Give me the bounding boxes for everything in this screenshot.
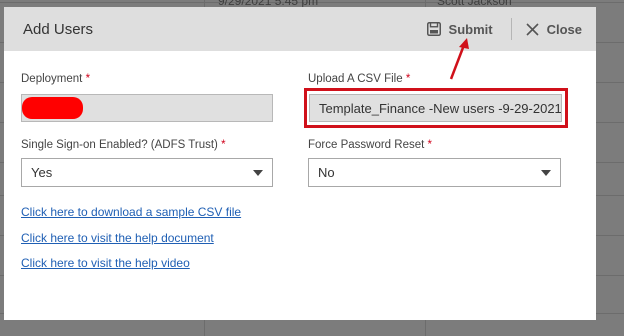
force-reset-selected-value: No	[318, 165, 335, 180]
close-button[interactable]: Close	[526, 22, 582, 37]
required-marker: *	[427, 139, 433, 151]
submit-label: Submit	[448, 21, 493, 37]
save-icon	[426, 22, 441, 36]
close-label: Close	[546, 21, 582, 37]
submit-button[interactable]: Submit	[426, 21, 493, 37]
highlight-box	[304, 88, 568, 128]
sso-select[interactable]: Yes	[21, 158, 273, 187]
help-video-link[interactable]: Click here to visit the help video	[21, 256, 190, 270]
annotation-arrow	[449, 38, 469, 80]
close-icon	[526, 22, 539, 36]
dialog-title: Add Users	[23, 20, 94, 38]
sso-selected-value: Yes	[31, 165, 53, 180]
deployment-label: Deployment *	[21, 73, 91, 85]
download-sample-csv-link[interactable]: Click here to download a sample CSV file	[21, 205, 241, 219]
redaction-mark	[22, 97, 83, 119]
chevron-down-icon	[253, 170, 263, 176]
help-document-link[interactable]: Click here to visit the help document	[21, 231, 214, 245]
upload-csv-label: Upload A CSV File *	[308, 73, 411, 85]
required-marker: *	[221, 139, 226, 151]
chevron-down-icon	[541, 170, 551, 176]
header-divider	[510, 18, 512, 40]
add-users-dialog: Add Users Submit Close Deployment * Uplo…	[4, 7, 596, 320]
force-reset-select[interactable]: No	[308, 158, 561, 187]
dialog-header: Add Users Submit Close	[4, 7, 596, 51]
required-marker: *	[85, 73, 91, 85]
force-reset-label: Force Password Reset *	[308, 139, 433, 151]
required-marker: *	[405, 73, 411, 85]
sso-label: Single Sign-on Enabled? (ADFS Trust) *	[21, 139, 226, 151]
